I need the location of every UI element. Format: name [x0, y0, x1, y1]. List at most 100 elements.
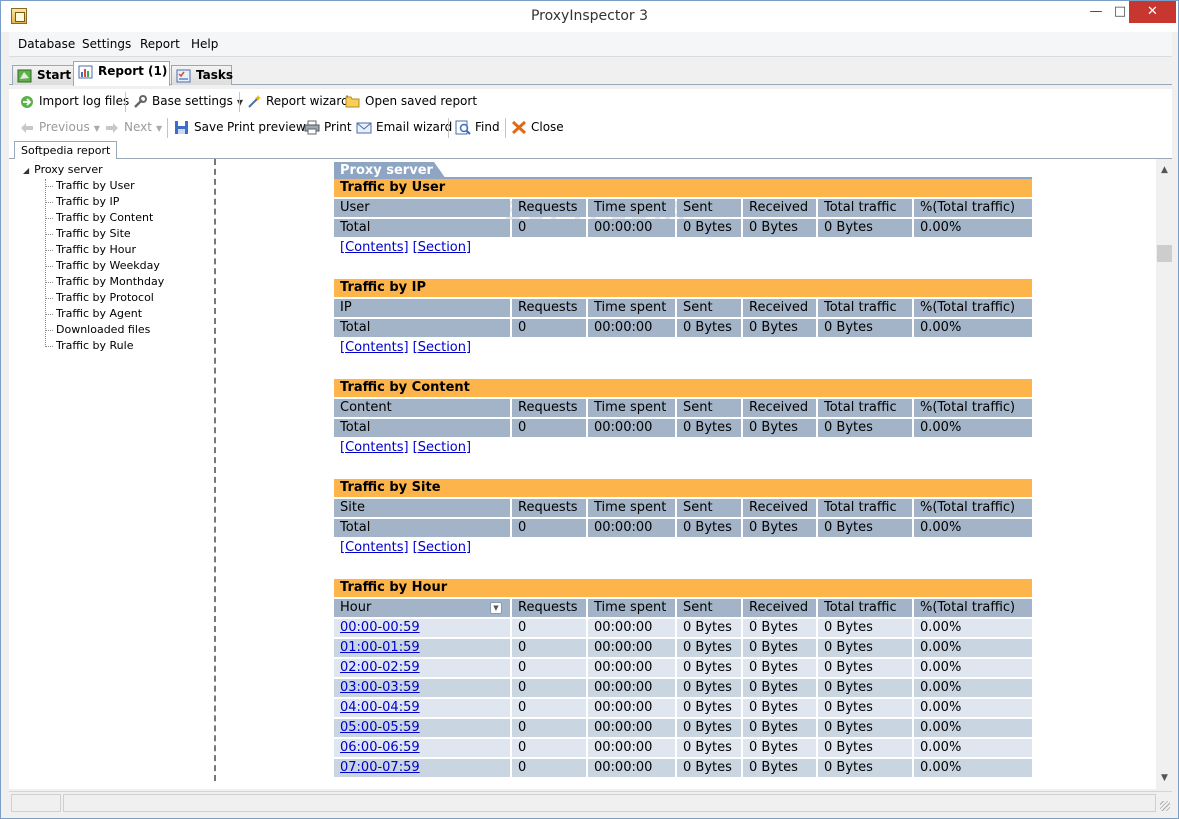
hour-link[interactable]: 05:00-05:59	[334, 719, 510, 737]
column-header[interactable]: Hour ▼	[334, 599, 510, 617]
tab-softpedia-report[interactable]: Softpedia report	[14, 141, 118, 160]
tree-item-traffic-by-rule[interactable]: Traffic by Rule	[45, 339, 133, 352]
tab-start[interactable]: Start	[12, 65, 75, 85]
chevron-down-icon[interactable]: ▼	[94, 124, 100, 133]
email-wizard-button[interactable]: Email wizard	[356, 119, 452, 137]
sort-dropdown-icon[interactable]: ▼	[490, 602, 502, 614]
section-link[interactable]: [Section]	[413, 240, 471, 255]
chevron-down-icon[interactable]: ▼	[156, 124, 162, 133]
report-section: Traffic by Site Site Requests Time spent Sen…	[334, 479, 1032, 557]
hour-link[interactable]: 01:00-01:59	[334, 639, 510, 657]
menu-settings[interactable]: Settings	[82, 37, 131, 51]
report-wizard-button[interactable]: Report wizard	[246, 93, 349, 111]
column-header[interactable]: Sent	[677, 199, 741, 217]
tab-report[interactable]: Report (1)	[73, 61, 170, 86]
column-header[interactable]: Received	[743, 299, 816, 317]
resize-grip-icon[interactable]	[1160, 801, 1170, 811]
hour-link[interactable]: 06:00-06:59	[334, 739, 510, 757]
column-header[interactable]: Requests	[512, 599, 586, 617]
column-header[interactable]: Time spent	[588, 299, 675, 317]
tree-item-traffic-by-weekday[interactable]: Traffic by Weekday	[45, 259, 160, 272]
tree-item-traffic-by-content[interactable]: Traffic by Content	[45, 211, 153, 224]
column-header[interactable]: Time spent	[588, 199, 675, 217]
tree-item-traffic-by-agent[interactable]: Traffic by Agent	[45, 307, 142, 320]
column-header[interactable]: Sent	[677, 499, 741, 517]
previous-button[interactable]: Previous ▼	[19, 119, 100, 137]
hour-link[interactable]: 03:00-03:59	[334, 679, 510, 697]
open-saved-report-button[interactable]: Open saved report	[345, 93, 477, 111]
column-header[interactable]: %(Total traffic)	[914, 199, 1032, 217]
contents-link[interactable]: [Contents]	[340, 340, 409, 355]
column-header[interactable]: Sent	[677, 399, 741, 417]
table-cell: 00:00:00	[588, 319, 675, 337]
close-window-button[interactable]: ✕	[1129, 1, 1176, 23]
column-header[interactable]: %(Total traffic)	[914, 399, 1032, 417]
column-header[interactable]: Requests	[512, 199, 586, 217]
expand-arrow-icon[interactable]: ◢	[23, 166, 29, 175]
column-header[interactable]: Total traffic	[818, 599, 912, 617]
column-header[interactable]: %(Total traffic)	[914, 299, 1032, 317]
section-link[interactable]: [Section]	[413, 440, 471, 455]
base-settings-button[interactable]: Base settings▼	[132, 93, 243, 111]
tree-item-traffic-by-user[interactable]: Traffic by User	[45, 179, 135, 192]
hour-link[interactable]: 02:00-02:59	[334, 659, 510, 677]
menu-report[interactable]: Report	[140, 37, 180, 51]
print-button[interactable]: Print	[304, 119, 352, 137]
pane-splitter[interactable]	[214, 159, 217, 781]
column-header[interactable]: %(Total traffic)	[914, 499, 1032, 517]
section-link[interactable]: [Section]	[413, 340, 471, 355]
close-report-button[interactable]: Close	[511, 119, 564, 137]
column-header[interactable]: Requests	[512, 399, 586, 417]
column-header[interactable]: Site	[334, 499, 510, 517]
open-saved-label: Open saved report	[365, 94, 478, 108]
column-header[interactable]: Received	[743, 499, 816, 517]
contents-link[interactable]: [Contents]	[340, 440, 409, 455]
tree-item-traffic-by-hour[interactable]: Traffic by Hour	[45, 243, 136, 256]
table-cell: 0 Bytes	[818, 219, 912, 237]
column-header[interactable]: IP	[334, 299, 510, 317]
column-header[interactable]: Time spent	[588, 399, 675, 417]
tree-item-traffic-by-ip[interactable]: Traffic by IP	[45, 195, 119, 208]
menu-help[interactable]: Help	[191, 37, 218, 51]
tree-item-traffic-by-site[interactable]: Traffic by Site	[45, 227, 131, 240]
column-header[interactable]: Sent	[677, 299, 741, 317]
column-header[interactable]: Received	[743, 399, 816, 417]
column-header[interactable]: Requests	[512, 299, 586, 317]
tree-item-traffic-by-protocol[interactable]: Traffic by Protocol	[45, 291, 154, 304]
column-header[interactable]: %(Total traffic)	[914, 599, 1032, 617]
vertical-scrollbar[interactable]: ▲ ▼	[1156, 159, 1173, 789]
hour-link[interactable]: 07:00-07:59	[334, 759, 510, 777]
column-header[interactable]: Time spent	[588, 599, 675, 617]
table-cell: 0.00%	[914, 719, 1032, 737]
scroll-down-icon[interactable]: ▼	[1156, 770, 1173, 787]
tree-item-traffic-by-monthday[interactable]: Traffic by Monthday	[45, 275, 164, 288]
column-header[interactable]: Content	[334, 399, 510, 417]
hour-link[interactable]: 04:00-04:59	[334, 699, 510, 717]
column-header[interactable]: Received	[743, 599, 816, 617]
column-header[interactable]: Total traffic	[818, 399, 912, 417]
section-link[interactable]: [Section]	[413, 540, 471, 555]
column-header[interactable]: Total traffic	[818, 499, 912, 517]
contents-link[interactable]: [Contents]	[340, 240, 409, 255]
hour-link[interactable]: 00:00-00:59	[334, 619, 510, 637]
tree-item-downloaded-files[interactable]: Downloaded files	[45, 323, 150, 336]
column-header[interactable]: Time spent	[588, 499, 675, 517]
column-header[interactable]: Received	[743, 199, 816, 217]
column-header[interactable]: Total traffic	[818, 299, 912, 317]
group-header: Proxy server	[334, 162, 1032, 181]
scroll-thumb[interactable]	[1157, 245, 1172, 262]
tab-tasks[interactable]: Tasks	[171, 65, 233, 85]
scroll-up-icon[interactable]: ▲	[1156, 162, 1173, 179]
table-row: 03:00-03:59 0 00:00:00 0 Bytes 0 Bytes 0 Byte…	[334, 679, 1032, 697]
column-header[interactable]: User	[334, 199, 510, 217]
import-log-files-button[interactable]: Import log files	[19, 93, 129, 111]
menu-database[interactable]: Database	[18, 37, 75, 51]
find-button[interactable]: Find	[455, 119, 500, 137]
column-header[interactable]: Sent	[677, 599, 741, 617]
contents-link[interactable]: [Contents]	[340, 540, 409, 555]
print-preview-button[interactable]: Print preview	[207, 119, 306, 137]
column-header[interactable]: Requests	[512, 499, 586, 517]
next-button[interactable]: Next ▼	[104, 119, 162, 137]
tree-root[interactable]: ◢ Proxy server	[23, 163, 103, 176]
column-header[interactable]: Total traffic	[818, 199, 912, 217]
